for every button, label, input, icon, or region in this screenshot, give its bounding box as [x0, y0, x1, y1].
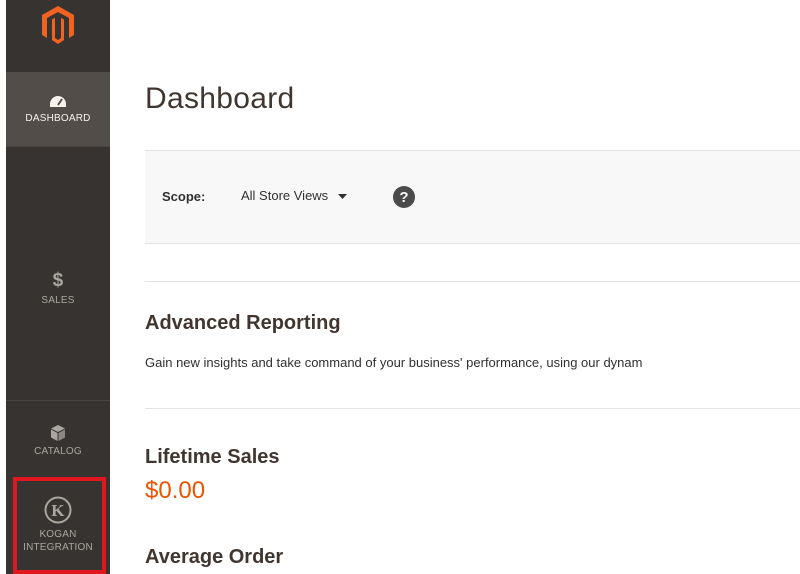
scope-dropdown-value: All Store Views [241, 188, 329, 203]
help-icon[interactable]: ? [393, 186, 415, 208]
sidebar-item-label: CATALOG [34, 445, 82, 457]
sidebar-divider [6, 146, 110, 147]
sidebar-item-catalog[interactable]: CATALOG [6, 410, 110, 470]
lifetime-sales-value: $0.00 [145, 477, 206, 504]
dollar-icon: $ [52, 269, 64, 291]
divider [145, 281, 800, 282]
scope-bar: Scope: All Store Views ? [145, 150, 800, 244]
sidebar-item-sales[interactable]: $ SALES [6, 258, 110, 318]
highlight-annotation [13, 477, 106, 574]
speedometer-icon [50, 95, 66, 107]
sidebar-item-dashboard[interactable]: DASHBOARD [6, 72, 110, 146]
chevron-down-icon [337, 193, 347, 199]
sidebar-item-label: SALES [41, 294, 75, 306]
scope-dropdown[interactable]: All Store Views [241, 188, 347, 203]
sidebar-item-label: DASHBOARD [25, 112, 91, 124]
advanced-reporting-text: Gain new insights and take command of yo… [145, 355, 643, 370]
box-icon [51, 424, 65, 441]
advanced-reporting-heading: Advanced Reporting [145, 312, 341, 334]
sidebar-divider [6, 400, 110, 401]
divider [145, 408, 800, 409]
lifetime-sales-heading: Lifetime Sales [145, 446, 280, 468]
magento-logo-icon [42, 6, 74, 44]
page-title: Dashboard [145, 82, 295, 115]
magento-logo[interactable] [6, 0, 110, 72]
scope-label: Scope: [162, 189, 206, 204]
average-order-heading: Average Order [145, 546, 284, 568]
